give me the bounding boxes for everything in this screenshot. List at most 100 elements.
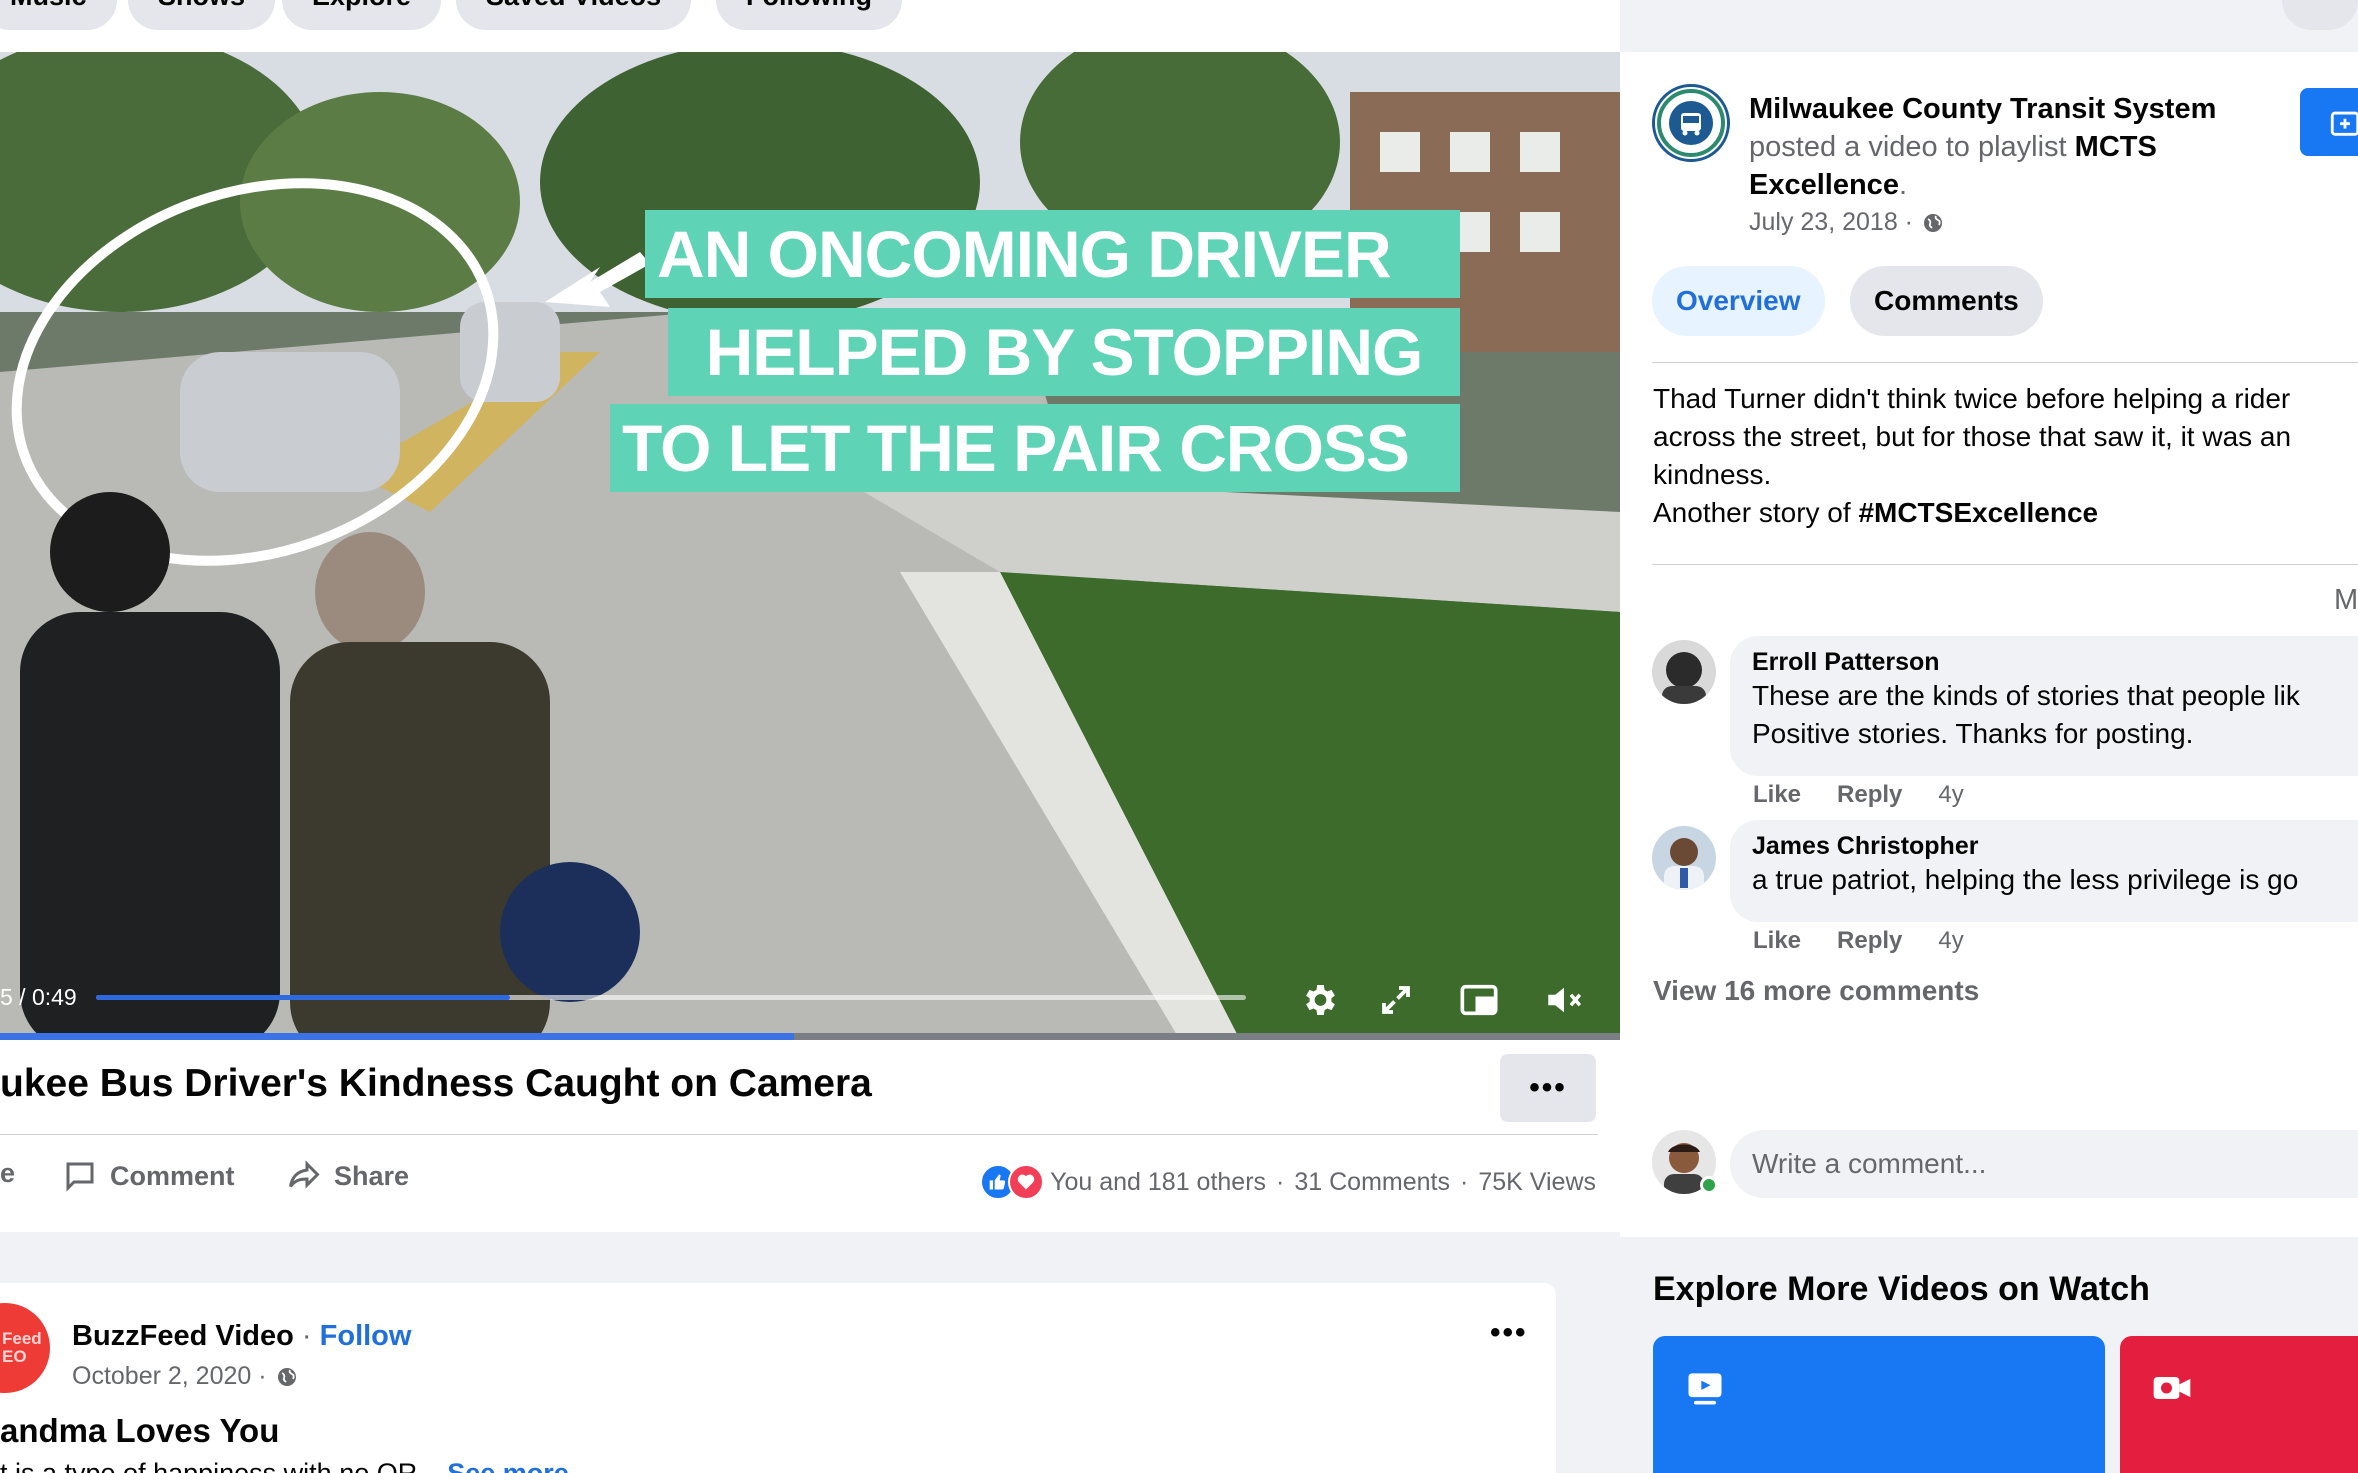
video-title: ukee Bus Driver's Kindness Caught on Cam… (0, 1062, 872, 1105)
video-more-options-button[interactable]: ••• (1500, 1054, 1596, 1122)
post2-title: andma Loves You (0, 1412, 280, 1449)
share-label: Share (334, 1160, 410, 1191)
reactions-count[interactable]: You and 181 others (1050, 1168, 1266, 1197)
video-scrubber-fill (96, 995, 510, 1000)
post2-more-options-icon[interactable]: ••• (1490, 1316, 1528, 1350)
hashtag-link[interactable]: #MCTSExcellence (1858, 497, 2098, 528)
views-count: 75K Views (1478, 1167, 1596, 1196)
mute-icon[interactable] (1540, 976, 1588, 1024)
comment-text: Positive stories. Thanks for posting. (1752, 718, 2194, 749)
comment-bubble: Erroll Patterson These are the kinds of … (1730, 636, 2358, 776)
explore-title: Explore More Videos on Watch (1653, 1270, 2150, 1308)
commenter-name[interactable]: Erroll Patterson (1752, 648, 2358, 677)
globe-icon (277, 1367, 296, 1386)
post2-snippet: t is a type of happiness with no OR... S… (0, 1458, 569, 1473)
watch-page: Music Shows Explore Saved Videos Followi… (0, 0, 2358, 1473)
like-button[interactable]: e (0, 1158, 15, 1189)
commenter-avatar[interactable] (1652, 826, 1716, 890)
video-description: Thad Turner didn't think twice before he… (1653, 380, 2358, 532)
comment-text: These are the kinds of stories that peop… (1752, 680, 2300, 711)
comment-icon (66, 1162, 94, 1192)
video-bottom-progress (0, 1033, 1620, 1040)
description-line: across the street, but for those that sa… (1653, 421, 2292, 452)
comment-bubble: James Christopher a true patriot, helpin… (1730, 820, 2358, 922)
video-time-display: 5 / 0:49 (0, 984, 77, 1010)
post-stats: You and 181 others · 31 Comments · 75K V… (980, 1164, 1596, 1200)
mcts-page-avatar[interactable] (1652, 84, 1730, 162)
nav-pill-explore[interactable]: Explore (282, 0, 442, 30)
page-name-link[interactable]: Milwaukee County Transit System (1749, 93, 2216, 125)
comment-reply-button[interactable]: Reply (1837, 781, 1902, 809)
settings-gear-icon[interactable] (1295, 976, 1343, 1024)
comment-like-button[interactable]: Like (1753, 781, 1801, 809)
online-status-dot (1700, 1176, 1718, 1194)
video-caption-line-3: TO LET THE PAIR CROSS (610, 404, 1460, 492)
comment-age[interactable]: 4y (1938, 781, 1963, 809)
comment-text: a true patriot, helping the less privile… (1752, 864, 2299, 895)
commenter-avatar[interactable] (1652, 640, 1716, 704)
nav-pill-shows[interactable]: Shows (128, 0, 276, 30)
live-video-icon (2153, 1377, 2191, 1399)
explore-card-videos[interactable] (1653, 1336, 2105, 1473)
comment-actions: Like Reply 4y (1753, 927, 1964, 955)
comment-sort-label[interactable]: M (2334, 584, 2358, 617)
nav-pill-following[interactable]: Following (716, 0, 902, 30)
post2-date-text[interactable]: October 2, 2020 · (72, 1362, 267, 1391)
nav-pill-music[interactable]: Music (0, 0, 117, 30)
posted-prefix: posted a video to playlist (1749, 131, 2067, 163)
explore-card-live[interactable] (2120, 1336, 2358, 1473)
comments-count[interactable]: 31 Comments (1294, 1168, 1450, 1197)
video-caption-line-1: AN ONCOMING DRIVER (645, 210, 1460, 298)
description-line: Another story of #MCTSExcellence (1653, 494, 2358, 532)
like-label: e (0, 1158, 16, 1188)
post-date-text[interactable]: July 23, 2018 · (1749, 208, 1913, 237)
poster-info: Milwaukee County Transit System posted a… (1749, 93, 2217, 201)
picture-in-picture-icon[interactable] (1455, 976, 1503, 1024)
post2-date: October 2, 2020 · (72, 1362, 299, 1391)
write-comment-input[interactable] (1730, 1130, 2358, 1198)
stat-separator: · (1276, 1167, 1285, 1196)
divider (1652, 564, 2358, 565)
post2-author-line: BuzzFeed Video · Follow (72, 1320, 411, 1353)
post2-author-name[interactable]: BuzzFeed Video (72, 1320, 294, 1352)
follow-button[interactable]: Follow (320, 1320, 412, 1352)
comment-like-button[interactable]: Like (1753, 927, 1801, 955)
add-playlist-icon (2330, 111, 2358, 136)
see-more-link[interactable]: See more (447, 1458, 569, 1473)
description-prefix: Another story of (1653, 497, 1851, 528)
divider (1652, 362, 2358, 363)
mcts-logo-icon (1657, 89, 1725, 157)
search-button[interactable] (2282, 0, 2358, 30)
video-play-icon (1688, 1373, 1722, 1405)
divider (0, 1134, 1598, 1135)
fullscreen-icon[interactable] (1372, 976, 1420, 1024)
comment-reply-button[interactable]: Reply (1837, 927, 1902, 955)
post2-dot: · (301, 1320, 312, 1352)
video-caption-line-2: HELPED BY STOPPING (668, 308, 1460, 396)
comment-actions: Like Reply 4y (1753, 781, 1964, 809)
buzzfeed-avatar-text: Feed EO (2, 1329, 42, 1366)
watch-top-nav: Music Shows Explore Saved Videos Followi… (0, 0, 1620, 52)
view-more-comments-link[interactable]: View 16 more comments (1653, 975, 1979, 1007)
nav-pill-saved-videos[interactable]: Saved Videos (456, 0, 692, 30)
stat-separator: · (1460, 1167, 1469, 1196)
description-line: Thad Turner didn't think twice before he… (1653, 383, 2291, 414)
video-scrubber[interactable] (96, 995, 1246, 1000)
comment-label: Comment (110, 1160, 235, 1191)
video-frame-image (0, 52, 1620, 1040)
video-bottom-progress-fill (0, 1033, 794, 1040)
comment-age[interactable]: 4y (1938, 927, 1963, 955)
comment-button[interactable]: Comment (62, 1158, 235, 1194)
commenter-name[interactable]: James Christopher (1752, 832, 2358, 861)
video-info-bar: ukee Bus Driver's Kindness Caught on Cam… (0, 1040, 1620, 1232)
share-icon (289, 1160, 320, 1189)
video-player[interactable]: AN ONCOMING DRIVER HELPED BY STOPPING TO… (0, 52, 1620, 1040)
add-to-playlist-button[interactable] (2300, 88, 2358, 156)
tab-comments[interactable]: Comments (1850, 266, 2043, 336)
post2-snippet-text: t is a type of happiness with no OR... (0, 1458, 440, 1473)
description-line: kindness. (1653, 459, 1772, 490)
tab-overview[interactable]: Overview (1652, 266, 1825, 336)
love-reaction-icon (1008, 1164, 1045, 1200)
share-button[interactable]: Share (286, 1158, 409, 1194)
globe-icon (1924, 213, 1942, 232)
